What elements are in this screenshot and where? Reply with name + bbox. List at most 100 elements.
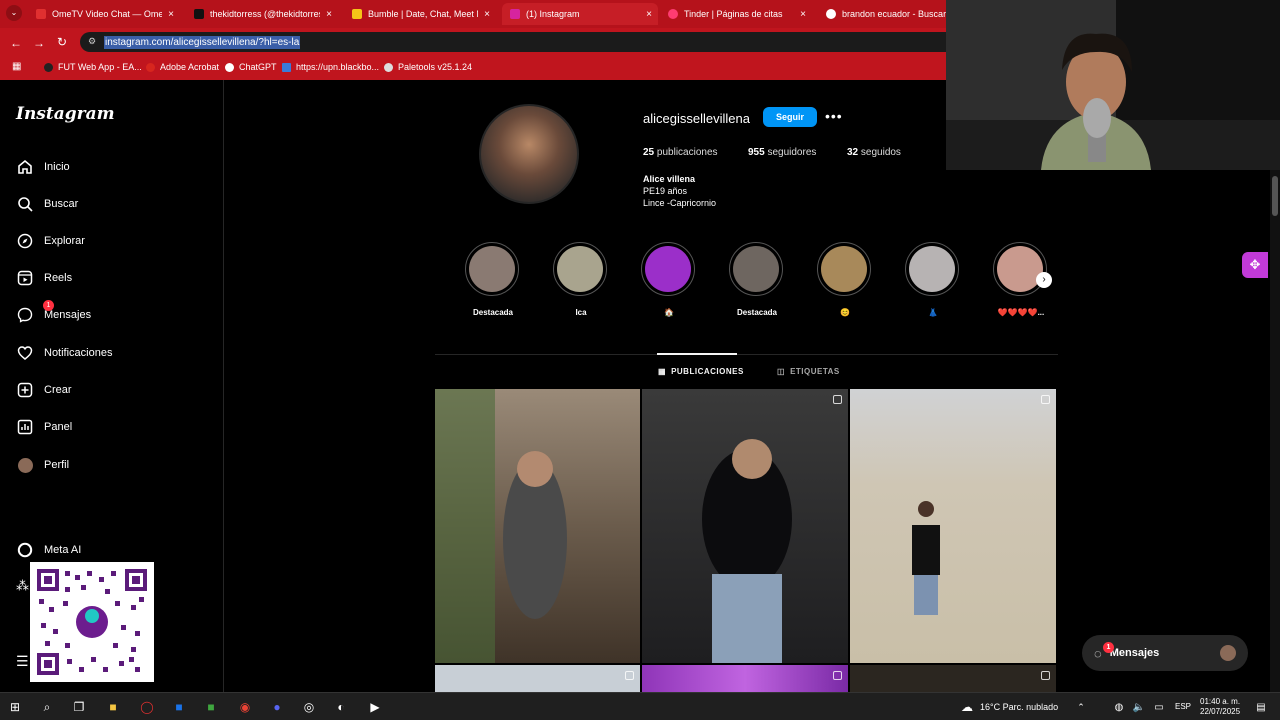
profile-avatar[interactable] <box>479 104 579 204</box>
sidebar-item-label: Inicio <box>44 161 70 173</box>
post-thumbnail[interactable] <box>850 389 1056 663</box>
tab-label: ETIQUETAS <box>790 367 840 376</box>
carousel-icon <box>625 671 634 680</box>
sidebar-item-buscar[interactable]: Buscar <box>16 192 78 216</box>
sidebar-item-reels[interactable]: Reels <box>16 266 72 290</box>
post-thumbnail[interactable] <box>435 665 640 692</box>
media-player-icon[interactable]: ▶ <box>366 698 384 716</box>
browser-tab[interactable]: Bumble | Date, Chat, Meet New × <box>344 3 496 25</box>
sidebar-item-perfil[interactable]: Perfil <box>16 453 69 477</box>
highlight-image <box>821 246 867 292</box>
search-icon[interactable]: ⌕ <box>38 698 56 716</box>
scrollbar-thumb[interactable] <box>1272 176 1278 216</box>
task-view-icon[interactable]: ❐ <box>70 698 88 716</box>
post-thumbnail[interactable] <box>642 389 848 663</box>
browser-tab[interactable]: OmeTV Video Chat — Omegle × <box>28 3 180 25</box>
url-input[interactable]: ⚙ instagram.com/alicegissellevillena/?hl… <box>80 32 946 52</box>
language-indicator[interactable]: ESP <box>1175 702 1191 711</box>
windows-start-icon[interactable]: ⊞ <box>6 698 24 716</box>
carousel-icon <box>1041 395 1050 404</box>
forward-icon[interactable]: → <box>33 36 45 50</box>
apps-grid-icon[interactable]: ▦ <box>12 61 21 72</box>
acrobat-icon <box>146 62 155 72</box>
bookmark-item[interactable]: Adobe Acrobat <box>146 62 219 72</box>
reload-icon[interactable]: ↻ <box>57 35 67 49</box>
sidebar-item-notificaciones[interactable]: Notificaciones <box>16 341 112 365</box>
capcut-icon[interactable]: ◐ <box>332 698 350 716</box>
clock[interactable]: 01:40 a. m. 22/07/2025 <box>1200 697 1240 717</box>
more-menu-icon[interactable]: ☰ <box>16 653 29 670</box>
story-highlight[interactable]: Ica <box>553 242 609 317</box>
browser-tab[interactable]: Tinder | Páginas de citas × <box>660 3 812 25</box>
notification-center-icon[interactable]: ▤ <box>1252 698 1270 716</box>
bookmark-item[interactable]: https://upn.blackbo... <box>282 62 379 72</box>
story-highlight[interactable]: 🏠 <box>641 242 697 317</box>
url-text: instagram.com/alicegissellevillena/?hl=e… <box>104 35 301 49</box>
browser-tab-active[interactable]: (1) Instagram × <box>502 3 658 25</box>
messenger-icon <box>16 306 34 324</box>
carousel-icon <box>833 671 842 680</box>
outlook-icon[interactable]: ■ <box>170 698 188 716</box>
sidebar-item-explorar[interactable]: Explorar <box>16 229 85 253</box>
back-icon[interactable]: ← <box>10 36 22 50</box>
story-highlight[interactable]: 👗 <box>905 242 961 317</box>
avatar-icon <box>16 456 34 474</box>
tab-title: Tinder | Páginas de citas <box>684 9 783 19</box>
page-scrollbar[interactable] <box>1270 170 1280 692</box>
post-thumbnail[interactable] <box>850 665 1056 692</box>
weather-icon[interactable]: ☁ <box>958 698 976 716</box>
tray-chevron-icon[interactable]: ⌃ <box>1072 698 1090 716</box>
close-tab-icon[interactable]: × <box>168 9 174 20</box>
more-options-button[interactable]: ••• <box>825 108 843 124</box>
post-thumbnail[interactable] <box>642 665 848 692</box>
site-info-icon[interactable]: ⚙ <box>88 36 96 47</box>
following-count[interactable]: 32 seguidos <box>847 147 901 158</box>
sidebar-item-label: Panel <box>44 421 73 433</box>
tab-menu-icon[interactable]: ⌄ <box>6 5 22 21</box>
close-tab-icon[interactable]: × <box>800 9 806 20</box>
follow-button[interactable]: Seguir <box>763 107 817 127</box>
instagram-logo[interactable]: Instagram <box>16 104 115 124</box>
volume-icon[interactable]: 🔈 <box>1130 698 1148 716</box>
sidebar-item-inicio[interactable]: Inicio <box>16 155 70 179</box>
browser-tab[interactable]: brandon ecuador - Buscar con <box>818 3 946 25</box>
notification-badge: 1 <box>1103 642 1114 653</box>
obs-icon[interactable]: ◎ <box>300 698 318 716</box>
messages-floating-button[interactable]: ◌ 1 Mensajes <box>1082 635 1248 671</box>
bumble-favicon-icon <box>352 9 362 19</box>
battery-icon[interactable]: ▭ <box>1150 698 1168 716</box>
browser-tab[interactable]: thekidtorress (@thekidtorress) × <box>186 3 338 25</box>
tag-icon: ◫ <box>777 367 786 376</box>
story-highlight[interactable]: Destacada <box>465 242 521 317</box>
network-icon[interactable]: ◍ <box>1110 698 1128 716</box>
sidebar-item-mensajes[interactable]: 1 Mensajes <box>16 300 92 327</box>
highlight-image <box>557 246 603 292</box>
sidebar-item-crear[interactable]: Crear <box>16 378 72 402</box>
followers-count[interactable]: 955 seguidores <box>748 147 816 158</box>
tab-etiquetas[interactable]: ◫ ETIQUETAS <box>777 367 840 376</box>
story-highlight[interactable]: Destacada <box>729 242 785 317</box>
tab-title: thekidtorress (@thekidtorress) <box>210 9 320 19</box>
bookmark-item[interactable]: FUT Web App - EA... <box>44 62 142 72</box>
sidebar-item-label: Mensajes <box>44 309 92 321</box>
minecraft-icon[interactable]: ■ <box>202 698 220 716</box>
chrome-icon[interactable]: ◉ <box>236 698 254 716</box>
weather-text[interactable]: 16°C Parc. nublado <box>980 702 1058 712</box>
threads-icon[interactable]: ⁂ <box>16 578 29 594</box>
sidebar-item-panel[interactable]: Panel <box>16 415 72 439</box>
close-tab-icon[interactable]: × <box>326 9 332 20</box>
tab-publicaciones[interactable]: ▦ PUBLICACIONES <box>658 367 744 376</box>
post-image <box>435 389 567 663</box>
bookmark-item[interactable]: ChatGPT <box>225 62 277 72</box>
chevron-right-icon[interactable]: › <box>1036 272 1052 288</box>
bookmark-item[interactable]: Paletools v25.1.24 <box>384 62 472 72</box>
extension-pin-icon[interactable]: ✥ <box>1242 252 1268 278</box>
close-tab-icon[interactable]: × <box>484 9 490 20</box>
story-highlight[interactable]: 😊 <box>817 242 873 317</box>
sidebar-item-meta-ai[interactable]: Meta AI <box>16 538 81 562</box>
post-thumbnail[interactable] <box>435 389 640 663</box>
discord-icon[interactable]: ● <box>268 698 286 716</box>
close-tab-icon[interactable]: × <box>646 9 652 20</box>
opera-icon[interactable]: ◯ <box>138 698 156 716</box>
file-explorer-icon[interactable]: ■ <box>104 698 122 716</box>
